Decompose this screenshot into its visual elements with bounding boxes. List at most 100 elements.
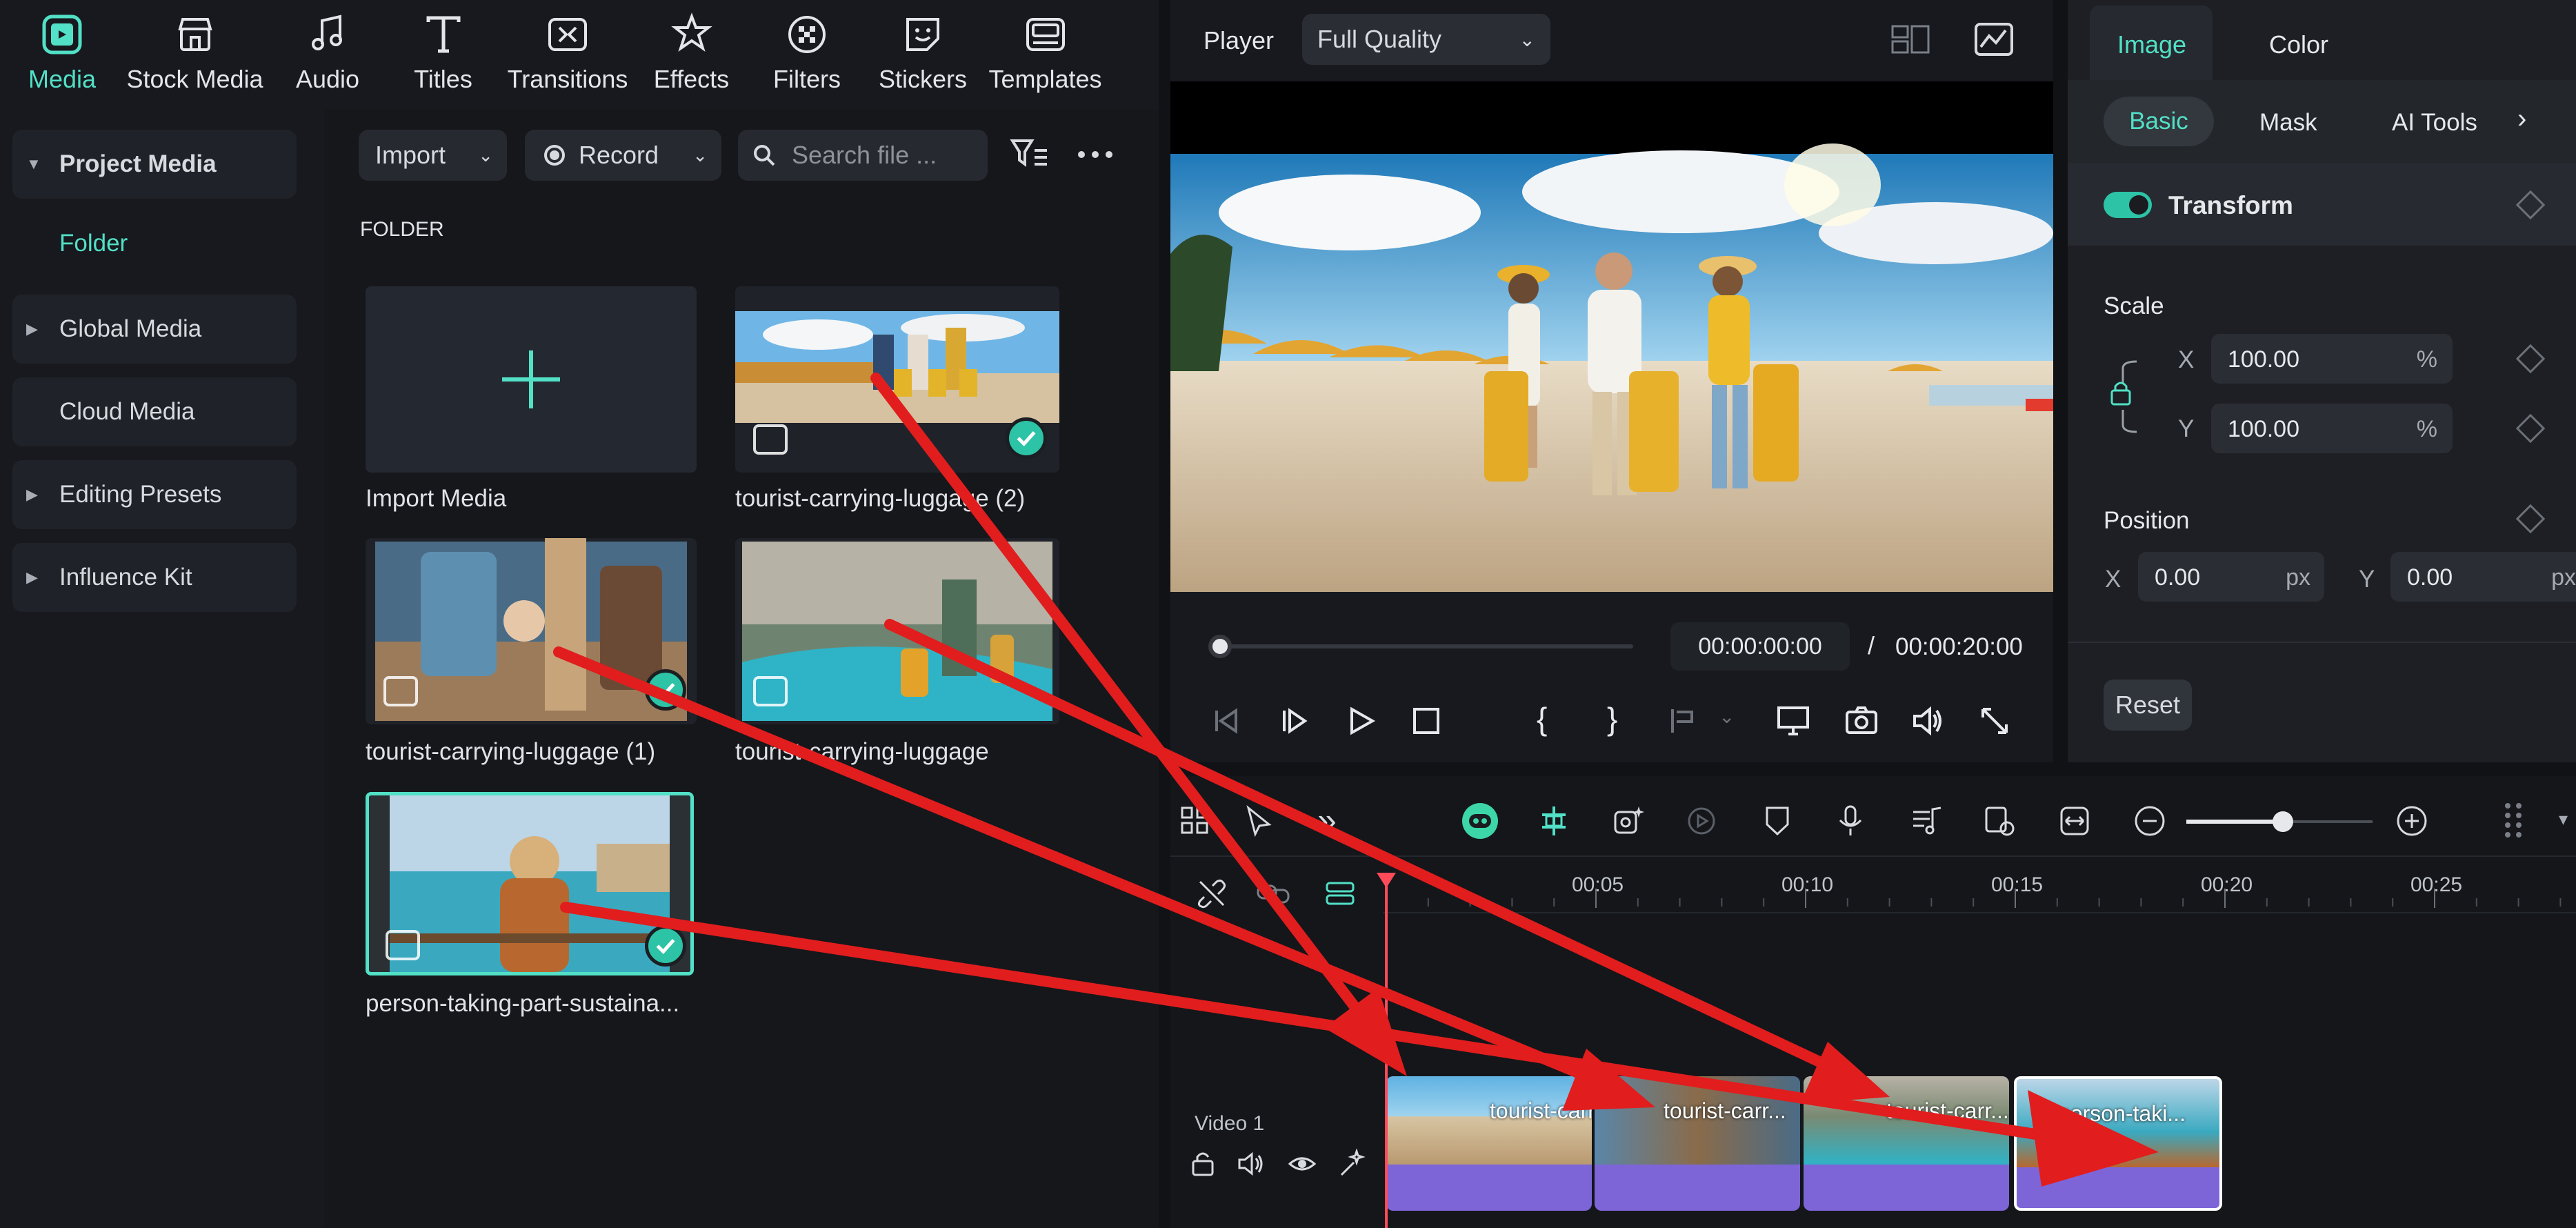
chevron-down-icon[interactable]: ⌄ xyxy=(1719,705,1735,728)
chevron-down-icon: ⌄ xyxy=(692,144,708,166)
marker-shield-icon[interactable] xyxy=(1760,804,1795,838)
image-type-icon xyxy=(753,424,788,455)
timeline-clip[interactable]: tourist-carr... xyxy=(1595,1076,1800,1211)
total-time: 00:00:20:00 xyxy=(1895,633,2023,660)
sidebar-item-influence-kit[interactable]: ▶ Influence Kit xyxy=(12,543,297,612)
subtab-basic[interactable]: Basic xyxy=(2104,97,2214,146)
unit-label: px xyxy=(2286,564,2310,591)
timeline-clip[interactable]: tourist-carr... xyxy=(1804,1076,2009,1211)
current-time-field[interactable]: 00:00:00:00 xyxy=(1670,622,1850,671)
auto-snap-icon[interactable] xyxy=(1537,804,1571,838)
sidebar-item-editing-presets[interactable]: ▶ Editing Presets xyxy=(12,460,297,529)
ai-effects-icon[interactable] xyxy=(1611,804,1646,838)
sidebar-item-cloud-media[interactable]: Cloud Media xyxy=(12,377,297,446)
insert-marker-icon[interactable] xyxy=(1666,704,1700,738)
zoom-out-icon[interactable] xyxy=(2133,804,2167,838)
clip-title: tourist-carr... xyxy=(1886,1098,2009,1123)
nav-transitions[interactable]: Transitions xyxy=(506,0,630,109)
playback-scrubber-handle[interactable] xyxy=(1208,635,1232,658)
link-icon[interactable] xyxy=(1255,876,1290,911)
media-item[interactable] xyxy=(366,538,697,724)
nav-audio[interactable]: Audio xyxy=(283,0,372,109)
microphone-icon[interactable] xyxy=(1833,804,1868,838)
scale-x-axis-label: X xyxy=(2178,346,2195,373)
playback-progress-track[interactable] xyxy=(1219,644,1633,648)
aspect-lock-icon[interactable] xyxy=(2105,352,2146,442)
expand-toolbar-icon[interactable]: » xyxy=(1317,800,1337,840)
track-lock-icon[interactable] xyxy=(1188,1149,1218,1179)
media-item[interactable] xyxy=(735,286,1059,473)
mark-out-icon[interactable]: } xyxy=(1607,700,1617,737)
position-y-field[interactable]: 0.00 px xyxy=(2390,552,2576,602)
nav-media[interactable]: Media xyxy=(14,0,110,109)
nav-effects[interactable]: Effects xyxy=(645,0,738,109)
reset-label: Reset xyxy=(2115,691,2181,719)
position-x-field[interactable]: 0.00 px xyxy=(2138,552,2324,602)
timeline-ruler[interactable]: 00:05 00:10 00:15 00:20 00:25 xyxy=(1383,868,2576,909)
nav-stickers[interactable]: Stickers xyxy=(875,0,971,109)
sidebar-item-project-media[interactable]: ▼ Project Media xyxy=(12,130,297,199)
chevron-right-icon[interactable]: › xyxy=(2517,103,2526,135)
timeline-clip-selected[interactable]: person-taki... xyxy=(2014,1076,2222,1211)
nav-titles[interactable]: Titles xyxy=(397,0,490,109)
scale-x-field[interactable]: 100.00 % xyxy=(2211,334,2453,384)
playhead[interactable] xyxy=(1385,876,1388,1228)
ruler-label: 00:20 xyxy=(2201,873,2253,896)
track-visibility-icon[interactable] xyxy=(1287,1149,1317,1179)
display-settings-icon[interactable] xyxy=(1776,704,1810,738)
layout-grid-icon[interactable] xyxy=(1178,804,1212,838)
select-tool-icon[interactable] xyxy=(1241,804,1276,838)
fit-width-icon[interactable] xyxy=(2057,804,2092,838)
magnetic-track-icon[interactable] xyxy=(1323,876,1357,911)
track-effects-icon[interactable] xyxy=(1336,1149,1366,1179)
scale-y-field[interactable]: 100.00 % xyxy=(2211,404,2453,453)
mark-in-icon[interactable]: { xyxy=(1537,700,1547,737)
audio-mixer-icon[interactable] xyxy=(1909,804,1944,838)
filter-sort-icon[interactable] xyxy=(1008,135,1050,174)
tab-color[interactable]: Color xyxy=(2269,30,2328,59)
subtab-ai-tools[interactable]: AI Tools xyxy=(2392,109,2477,137)
stop-icon[interactable] xyxy=(1409,704,1444,738)
search-icon xyxy=(754,145,775,166)
unlink-icon[interactable] xyxy=(1195,876,1229,911)
grid-view-icon[interactable] xyxy=(1890,23,1931,55)
sidebar-item-global-media[interactable]: ▶ Global Media xyxy=(12,295,297,364)
tab-image[interactable]: Image xyxy=(2090,6,2213,80)
nav-templates[interactable]: Templates xyxy=(985,0,1106,109)
media-item-selected[interactable] xyxy=(366,792,694,976)
caret-down-icon[interactable]: ▾ xyxy=(2559,809,2568,830)
play-icon[interactable] xyxy=(1344,704,1378,738)
subtab-mask[interactable]: Mask xyxy=(2259,109,2317,137)
nav-stock-media[interactable]: Stock Media xyxy=(121,0,269,109)
render-preview-icon[interactable] xyxy=(1684,804,1719,838)
zoom-in-icon[interactable] xyxy=(2395,804,2429,838)
import-button[interactable]: Import ⌄ xyxy=(359,130,507,181)
sidebar-item-label: Cloud Media xyxy=(59,398,195,425)
transform-toggle[interactable] xyxy=(2104,192,2152,218)
previous-frame-icon[interactable] xyxy=(1208,704,1243,738)
reset-button[interactable]: Reset xyxy=(2104,680,2192,731)
timeline-clip[interactable]: tourist-carr... xyxy=(1386,1076,1592,1211)
quality-dropdown[interactable]: Full Quality ⌄ xyxy=(1302,14,1550,65)
track-audio-icon[interactable] xyxy=(1237,1149,1267,1179)
ai-assistant-icon[interactable] xyxy=(1461,802,1499,840)
panel-handle-icon[interactable] xyxy=(2501,800,2528,842)
sidebar-item-folder[interactable]: Folder xyxy=(59,230,128,257)
scale-y-value: 100.00 xyxy=(2228,416,2299,442)
next-frame-icon[interactable] xyxy=(1277,704,1312,738)
preview-canvas[interactable] xyxy=(1170,81,2053,613)
volume-icon[interactable] xyxy=(1910,704,1945,738)
media-item-name: tourist-carrying-luggage xyxy=(735,738,989,765)
zoom-slider-handle[interactable] xyxy=(2273,811,2293,832)
replace-clip-icon[interactable] xyxy=(1982,804,2017,838)
media-item[interactable] xyxy=(735,538,1059,724)
record-button[interactable]: Record ⌄ xyxy=(525,130,721,181)
sidebar-item-label: Global Media xyxy=(59,315,202,342)
import-media-tile[interactable] xyxy=(366,286,697,473)
fullscreen-icon[interactable] xyxy=(1977,704,2012,738)
scopes-icon[interactable] xyxy=(1974,22,2014,57)
more-options-icon[interactable] xyxy=(1076,148,1115,161)
nav-filters[interactable]: Filters xyxy=(762,0,852,109)
search-input[interactable]: Search file ... xyxy=(738,130,988,181)
snapshot-camera-icon[interactable] xyxy=(1844,704,1879,738)
